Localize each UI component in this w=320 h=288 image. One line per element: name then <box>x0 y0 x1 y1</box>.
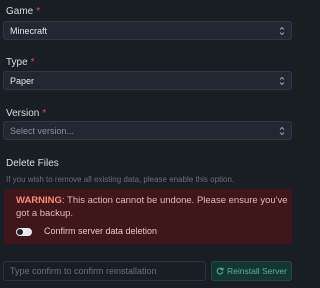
refresh-icon <box>216 267 224 275</box>
type-label-text: Type <box>6 57 28 68</box>
game-label-text: Game <box>6 6 34 17</box>
required-mark: * <box>42 108 47 119</box>
warning-box: WARNING: This action cannot be undone. P… <box>4 189 292 244</box>
warning-text: WARNING: This action cannot be undone. P… <box>16 195 288 220</box>
type-select[interactable]: Paper <box>3 71 292 90</box>
delete-files-help: If you wish to remove all existing data,… <box>6 175 235 184</box>
reinstall-server-button[interactable]: Reinstall Server <box>211 261 292 281</box>
warning-title: WARNING <box>16 195 62 206</box>
type-label: Type * <box>6 57 35 68</box>
toggle-knob <box>17 229 23 235</box>
game-select-value: Minecraft <box>10 25 48 36</box>
required-mark: * <box>36 6 41 17</box>
reinstall-server-label: Reinstall Server <box>227 266 287 276</box>
confirm-deletion-label: Confirm server data deletion <box>44 226 158 236</box>
version-select-placeholder: Select version... <box>10 125 75 136</box>
game-select[interactable]: Minecraft <box>3 21 292 40</box>
chevron-up-down-icon <box>279 76 285 86</box>
required-mark: * <box>30 57 35 68</box>
confirm-input[interactable] <box>3 261 206 281</box>
confirm-deletion-toggle[interactable] <box>16 228 32 236</box>
delete-files-label: Delete Files <box>6 158 59 169</box>
type-select-value: Paper <box>10 75 35 86</box>
version-label: Version * <box>6 108 46 119</box>
version-label-text: Version <box>6 108 40 119</box>
version-select[interactable]: Select version... <box>3 121 292 140</box>
game-label: Game * <box>6 6 40 17</box>
chevron-up-down-icon <box>279 26 285 36</box>
chevron-up-down-icon <box>279 126 285 136</box>
